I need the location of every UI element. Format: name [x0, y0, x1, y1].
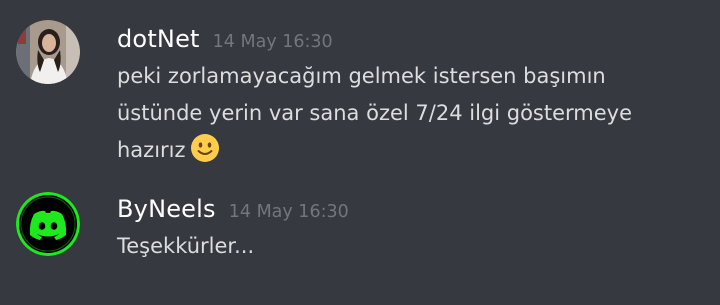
message-line: üstünde yerin var sana özel 7/24 ilgi gö… — [117, 101, 633, 125]
chat-message: ByNeels 14 May 16:30 Teşekkürler... — [0, 190, 720, 290]
message-line: hazırız — [117, 138, 186, 162]
chat-message: dotNet 14 May 16:30 peki zorlamayacağım … — [0, 10, 720, 180]
avatar[interactable] — [16, 192, 80, 256]
message-line: peki zorlamayacağım gelmek istersen başı… — [117, 64, 606, 88]
username[interactable]: ByNeels — [117, 195, 216, 223]
chat-message-list: dotNet 14 May 16:30 peki zorlamayacağım … — [0, 0, 720, 305]
slightly-smiling-face-icon — [190, 133, 220, 163]
user-photo-avatar-icon — [16, 20, 80, 84]
message-text: Teşekkürler... — [117, 228, 710, 265]
message-content: dotNet 14 May 16:30 peki zorlamayacağım … — [117, 25, 710, 169]
message-line: Teşekkürler... — [117, 234, 255, 258]
message-content: ByNeels 14 May 16:30 Teşekkürler... — [117, 195, 710, 265]
timestamp: 14 May 16:30 — [212, 32, 333, 52]
discord-logo-icon — [16, 192, 80, 256]
message-text: peki zorlamayacağım gelmek istersen başı… — [117, 58, 710, 169]
message-header: ByNeels 14 May 16:30 — [117, 195, 710, 223]
avatar[interactable] — [16, 20, 80, 84]
timestamp: 14 May 16:30 — [228, 202, 349, 222]
message-header: dotNet 14 May 16:30 — [117, 25, 710, 53]
username[interactable]: dotNet — [117, 25, 200, 53]
